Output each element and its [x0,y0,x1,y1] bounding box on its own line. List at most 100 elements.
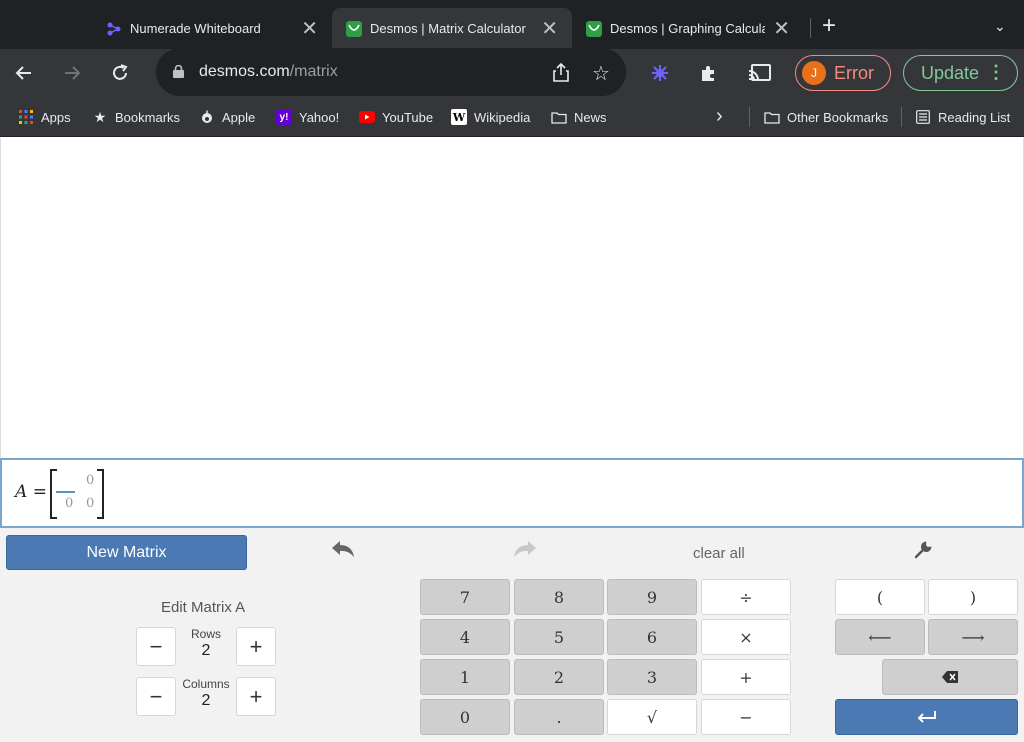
back-button[interactable] [10,59,38,87]
key-right-arrow[interactable]: ⟶ [928,619,1018,655]
key-8[interactable]: 8 [514,579,604,615]
key-sqrt[interactable]: √ [607,699,697,735]
new-matrix-button[interactable]: New Matrix [6,535,247,570]
reload-button[interactable] [106,59,134,87]
numerade-icon [106,21,122,37]
back-arrow-icon [15,66,31,80]
profile-error-button[interactable]: J Error [795,55,891,91]
profile-status-label: Error [834,62,874,83]
matrix-keypad: New Matrix clear all Edit Matrix A − Row… [0,528,1024,742]
tab-search-chevron-icon[interactable]: ⌄ [994,18,1006,35]
bookmark-label: YouTube [382,109,434,125]
key-left-arrow[interactable]: ⟵ [835,619,925,655]
redo-icon[interactable] [512,540,538,565]
browser-tab-bar: Numerade Whiteboard ✕ Desmos | Matrix Ca… [0,0,1024,49]
close-icon[interactable]: ✕ [541,19,558,39]
url-path: /matrix [289,63,338,80]
wikipedia-icon: W [451,109,467,125]
reading-list-icon [915,109,931,125]
matrix-cell-1-1[interactable]: 0 [86,496,94,511]
tab-divider [810,18,811,38]
edit-matrix-title: Edit Matrix A [161,599,246,616]
key-7[interactable]: 7 [420,579,510,615]
wrench-icon[interactable] [914,541,932,564]
key-minus[interactable]: − [701,699,791,735]
matrix-cell-0-1[interactable]: 0 [86,473,94,488]
close-icon[interactable]: ✕ [773,19,790,39]
tab-numerade-whiteboard[interactable]: Numerade Whiteboard ✕ [92,8,332,49]
yahoo-icon: y! [276,109,292,125]
tab-title: Desmos | Graphing Calculato [610,21,766,36]
equals-sign: = [32,482,47,502]
key-2[interactable]: 2 [514,659,604,695]
update-button[interactable]: Update ⋮ [903,55,1018,91]
desmos-icon [586,20,602,37]
backspace-icon [942,671,958,683]
more-vert-icon[interactable]: ⋮ [987,62,1005,83]
bookmarks-divider [901,107,902,127]
close-icon[interactable]: ✕ [301,19,318,39]
bookmark-apps[interactable]: Apps [18,109,71,125]
bookmark-news[interactable]: News [551,109,607,125]
bookmark-star-icon[interactable]: ☆ [592,61,610,86]
columns-increment-button[interactable]: + [236,677,276,716]
bookmarks-overflow-chevron-icon[interactable]: › [716,105,723,128]
key-enter[interactable] [835,699,1018,735]
enter-icon [917,711,936,723]
columns-decrement-button[interactable]: − [136,677,176,716]
extensions-puzzle-icon[interactable] [695,59,723,87]
key-plus[interactable]: + [701,659,791,695]
key-open-paren[interactable]: ( [835,579,925,615]
key-decimal[interactable]: . [514,699,604,735]
matrix-name: A [15,482,28,502]
cast-icon[interactable] [746,59,774,87]
update-label: Update [921,62,980,83]
key-1[interactable]: 1 [420,659,510,695]
bookmark-apple[interactable]: Apple [199,109,255,125]
bookmark-wikipedia[interactable]: W Wikipedia [451,109,530,125]
key-0[interactable]: 0 [420,699,510,735]
undo-icon[interactable] [330,540,356,565]
tab-desmos-graphing[interactable]: Desmos | Graphing Calculato ✕ [572,8,804,49]
clear-all-button[interactable]: clear all [693,545,745,562]
bookmark-label: Other Bookmarks [787,109,889,125]
key-multiply[interactable]: × [701,619,791,655]
matrix-expression-row[interactable]: A = 0 0 0 [0,458,1024,528]
forward-button[interactable] [58,59,86,87]
bookmark-label: Bookmarks [115,109,181,125]
matrix-bracket: 0 0 0 [50,469,104,519]
bookmarks-divider [749,107,750,127]
tab-title: Numerade Whiteboard [130,21,261,36]
rows-decrement-button[interactable]: − [136,627,176,666]
key-3[interactable]: 3 [607,659,697,695]
url-text[interactable]: desmos.com/matrix [199,63,338,81]
rows-value: 2 [201,642,211,659]
matrix-label: A = [15,482,47,502]
address-bar[interactable]: desmos.com/matrix ☆ [156,48,626,96]
bookmark-bookmarks[interactable]: ★ Bookmarks [92,109,180,125]
youtube-icon [359,109,375,125]
key-4[interactable]: 4 [420,619,510,655]
reading-list-button[interactable]: Reading List [915,109,1010,125]
extension-flower-icon[interactable] [646,59,674,87]
key-close-paren[interactable]: ) [928,579,1018,615]
tab-desmos-matrix[interactable]: Desmos | Matrix Calculator ✕ [332,8,572,49]
new-tab-button[interactable]: + [822,14,836,38]
desmos-icon [346,20,362,37]
columns-label: Columns [182,677,230,691]
matrix-cell-0-0-input[interactable] [56,491,75,493]
share-icon[interactable] [553,62,569,87]
key-6[interactable]: 6 [607,619,697,655]
key-9[interactable]: 9 [607,579,697,615]
star-icon: ★ [93,108,107,125]
bookmark-other-bookmarks[interactable]: Other Bookmarks [764,109,888,125]
rows-increment-button[interactable]: + [236,627,276,666]
folder-icon [764,109,780,125]
key-5[interactable]: 5 [514,619,604,655]
bookmark-yahoo[interactable]: y! Yahoo! [276,109,339,125]
key-divide[interactable]: ÷ [701,579,791,615]
matrix-cell-1-0[interactable]: 0 [65,496,73,511]
forward-arrow-icon [65,66,81,80]
key-backspace[interactable] [882,659,1018,695]
bookmark-youtube[interactable]: YouTube [359,109,433,125]
